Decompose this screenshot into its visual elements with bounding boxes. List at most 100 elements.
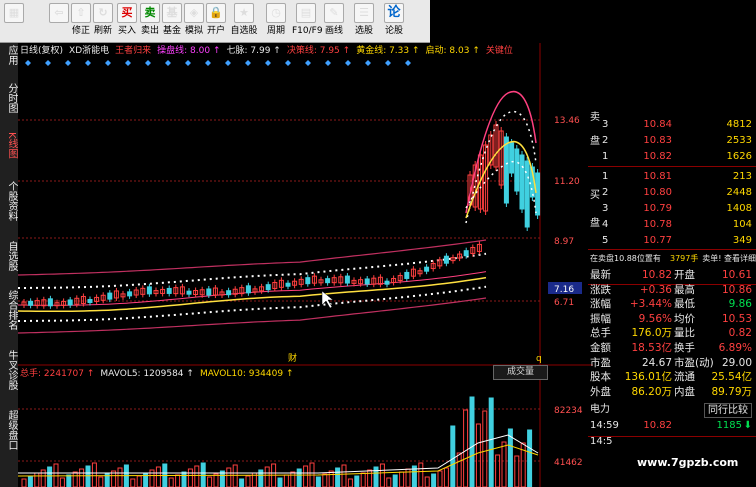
toolbar-button-14[interactable]: 论论股 xyxy=(380,3,408,37)
toolbar-button-3[interactable]: ↻ 刷新 xyxy=(92,3,114,37)
toolbar-button-9[interactable]: ★ 自选股 xyxy=(230,3,258,37)
sell-label-1: 卖 xyxy=(590,112,600,123)
candle-body xyxy=(524,160,530,228)
sidebar-tab-4[interactable]: 自选股 xyxy=(1,241,17,271)
value: 89.79万 xyxy=(711,385,752,398)
volume-bar xyxy=(277,477,283,487)
back-arrow-icon: ⇦ xyxy=(49,3,69,23)
toolbar-button-2[interactable]: ⇧ 修正 xyxy=(70,3,92,37)
stat-row: 涨幅 +3.44% 最低 9.86 xyxy=(588,297,756,312)
candle-body xyxy=(186,290,192,295)
candle-body xyxy=(519,154,525,210)
stat-row: 涨跌 +0.36 最高 10.86 xyxy=(588,283,756,298)
value[interactable]: 电力 xyxy=(590,402,610,417)
toolbar-label: F10/F9 xyxy=(292,26,323,36)
toolbar-label: 论股 xyxy=(384,26,403,36)
indicator-label-5: 决策线: 7.95 ↑ xyxy=(286,46,351,56)
toolbar-button-11[interactable]: ▤ F10/F9 xyxy=(292,3,323,37)
candle-body xyxy=(463,250,469,257)
price-axis-label: 13.46 xyxy=(554,116,580,126)
list-icon: ☰ xyxy=(354,3,374,23)
toolbar-button-6[interactable]: 基基金 xyxy=(161,3,183,37)
volume-bar xyxy=(85,465,91,487)
value: 9.86 xyxy=(728,298,752,311)
volume-label-0: 总手: 2241707 ↑ xyxy=(20,369,95,379)
candle-body xyxy=(245,285,251,294)
sidebar-tab-7[interactable]: 超级盘口 xyxy=(1,410,17,450)
volume-info-bar: 总手: 2241707 ↑ MAVOL5: 1209584 ↑ MAVOL10: 9… xyxy=(20,366,299,379)
sidebar-tab-2[interactable]: K线图 xyxy=(1,132,17,159)
value: 1626 xyxy=(726,151,752,162)
candle-body xyxy=(127,291,133,297)
buy-label-2: 盘 xyxy=(590,218,600,229)
candle-body xyxy=(503,136,509,204)
candle-body xyxy=(226,290,232,296)
sidebar-tab-3[interactable]: 个股资料 xyxy=(1,181,17,221)
value: 10.84 xyxy=(643,119,672,130)
buy-icon: 买 xyxy=(117,3,137,23)
q-marker: q xyxy=(536,354,542,364)
value: 2533 xyxy=(726,135,752,146)
value: 涨跌 xyxy=(590,283,611,296)
indicator-label-1: XD浙能电 xyxy=(69,46,110,56)
value: 在卖盘10.88位置有 xyxy=(590,254,661,263)
candle-body xyxy=(107,292,113,300)
toolbar-button-4[interactable]: 买买入 xyxy=(116,3,138,37)
price-axis-label: 8.97 xyxy=(554,237,574,247)
buy-row: 1 10.81 213 xyxy=(588,169,756,184)
candle-body xyxy=(47,298,53,307)
stat-row: 市盈 24.67 市盈(动) 29.00 xyxy=(588,356,756,371)
value[interactable]: 卖单! 查看详细 xyxy=(702,251,756,266)
toolbar-button-13[interactable]: ☰ 选股 xyxy=(350,3,378,37)
value: 1 xyxy=(602,151,609,162)
stat-row: 金额 18.53亿 换手 6.89% xyxy=(588,341,756,356)
toolbar-label: 修正 xyxy=(71,26,90,36)
value: 29.00 xyxy=(721,356,752,369)
value[interactable]: 同行比较 xyxy=(704,403,752,418)
stat-row: 股本 136.01亿 流通 25.54亿 xyxy=(588,370,756,385)
value: 最高 xyxy=(674,283,695,296)
value: 86.20万 xyxy=(631,385,672,398)
sidebar-tab-0[interactable]: 应用 xyxy=(1,45,17,65)
value: 市盈 xyxy=(590,356,611,369)
sidebar-tab-1[interactable]: 分时图 xyxy=(1,83,17,113)
toolbar-button-12[interactable]: ✎ 画线 xyxy=(320,3,348,37)
candle-body xyxy=(166,287,172,294)
kline-chart[interactable]: 13.46 11.20 8.97 6.71 7.16 82234 41462 财 q xyxy=(18,43,593,487)
value: 金额 xyxy=(590,342,611,354)
candle-body xyxy=(344,275,350,284)
candle-body xyxy=(325,278,331,284)
value: 10.82 xyxy=(641,269,672,281)
indicator-label-0: 日线(复权) xyxy=(20,46,64,56)
value: 213 xyxy=(732,171,752,182)
volume-axis-label: 82234 xyxy=(554,406,583,416)
value: 股本 xyxy=(590,371,611,384)
sell-row: 3 10.84 4812 xyxy=(588,117,756,132)
value: 3 xyxy=(602,203,609,214)
sidebar-tab-6[interactable]: 牛叉诊股 xyxy=(1,350,17,390)
sidebar-tab-5[interactable]: 综合排名 xyxy=(1,290,17,330)
sell-label-2: 盘 xyxy=(590,136,600,147)
toolbar-button-8[interactable]: 🔒 开户 xyxy=(205,3,227,37)
toolbar-button-0[interactable]: ▦ xyxy=(3,3,25,25)
value: 5 xyxy=(602,235,609,246)
volume-indicator-button[interactable]: 成交量 xyxy=(493,365,548,380)
buy-label-1: 买 xyxy=(590,190,600,201)
value: 4812 xyxy=(726,119,752,130)
tick-row: 14:5 xyxy=(588,434,756,449)
value: 349 xyxy=(732,235,752,246)
value: 9.56% xyxy=(638,312,672,325)
sector-tabs: 电力 同行比较 xyxy=(588,402,756,418)
toolbar-button-10[interactable]: ◷ 周期 xyxy=(262,3,290,37)
f10-icon: ▤ xyxy=(296,3,316,23)
toolbar-button-1[interactable]: ⇦ xyxy=(48,3,70,25)
toolbar-label: 买入 xyxy=(117,26,136,36)
toolbar-button-5[interactable]: 卖卖出 xyxy=(139,3,161,37)
toolbar-button-7[interactable]: ◈ 模拟 xyxy=(183,3,205,37)
forum-icon: 论 xyxy=(384,3,404,23)
volume-bar xyxy=(181,471,187,487)
value: 10.83 xyxy=(643,135,672,146)
value: 流通 xyxy=(674,371,695,384)
value: 10.86 xyxy=(721,283,752,296)
candle-body xyxy=(87,299,93,304)
